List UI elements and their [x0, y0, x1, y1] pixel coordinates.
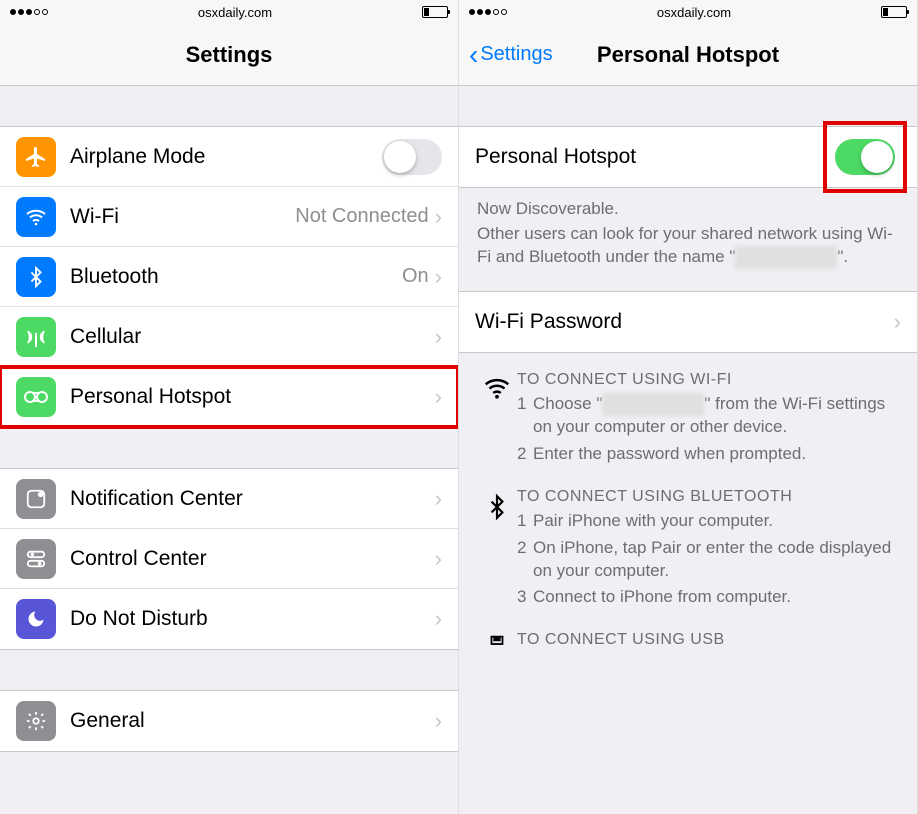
- row-label: Notification Center: [70, 487, 435, 511]
- redacted-network-name: xxxxxxxxxxxx: [602, 393, 704, 416]
- row-label: Wi-Fi: [70, 205, 295, 229]
- chevron-left-icon: ‹: [469, 41, 478, 69]
- back-button[interactable]: ‹ Settings: [469, 41, 553, 69]
- discoverable-title: Now Discoverable.: [477, 198, 899, 221]
- chevron-right-icon: ›: [435, 606, 442, 632]
- instructions-bluetooth: TO CONNECT USING BLUETOOTH 1Pair iPhone …: [459, 470, 917, 614]
- row-do-not-disturb[interactable]: Do Not Disturb ›: [0, 589, 458, 649]
- row-label: Do Not Disturb: [70, 607, 435, 631]
- instruction-step: 2Enter the password when prompted.: [517, 443, 899, 466]
- row-label: General: [70, 709, 435, 733]
- row-general[interactable]: General ›: [0, 691, 458, 751]
- back-label: Settings: [480, 43, 552, 66]
- airplane-icon: [16, 137, 56, 177]
- chevron-right-icon: ›: [435, 546, 442, 572]
- signal-dots-icon: [10, 9, 48, 15]
- status-domain: osxdaily.com: [657, 5, 731, 20]
- row-bluetooth[interactable]: Bluetooth On ›: [0, 247, 458, 307]
- chevron-right-icon: ›: [435, 486, 442, 512]
- instructions-usb: TO CONNECT USING USB: [459, 613, 917, 655]
- row-airplane-mode[interactable]: Airplane Mode: [0, 127, 458, 187]
- instructions-title: TO CONNECT USING BLUETOOTH: [517, 488, 899, 506]
- signal-dots-icon: [469, 9, 507, 15]
- row-value: On: [402, 265, 429, 288]
- status-domain: osxdaily.com: [198, 5, 272, 20]
- instruction-step: 2On iPhone, tap Pair or enter the code d…: [517, 537, 899, 583]
- wifi-icon: [477, 371, 517, 403]
- status-bar: osxdaily.com: [459, 0, 917, 24]
- chevron-right-icon: ›: [435, 384, 442, 410]
- chevron-right-icon: ›: [435, 264, 442, 290]
- usb-icon: [477, 631, 517, 655]
- row-notification-center[interactable]: Notification Center ›: [0, 469, 458, 529]
- hotspot-content[interactable]: Personal Hotspot Now Discoverable. Other…: [459, 86, 917, 814]
- status-bar: osxdaily.com: [0, 0, 458, 24]
- row-label: Control Center: [70, 547, 435, 571]
- row-cellular[interactable]: Cellular ›: [0, 307, 458, 367]
- instructions-title: TO CONNECT USING USB: [517, 631, 899, 649]
- discoverable-body: Other users can look for your shared net…: [477, 223, 899, 269]
- personal-hotspot-screen: osxdaily.com ‹ Settings Personal Hotspot…: [459, 0, 918, 814]
- gear-icon: [16, 701, 56, 741]
- row-label: Airplane Mode: [70, 145, 382, 169]
- page-title: Personal Hotspot: [597, 42, 779, 68]
- settings-list[interactable]: Airplane Mode Wi-Fi Not Connected › Blue…: [0, 86, 458, 814]
- nav-bar: ‹ Settings Personal Hotspot: [459, 24, 917, 86]
- moon-icon: [16, 599, 56, 639]
- instruction-step: 3Connect to iPhone from computer.: [517, 586, 899, 609]
- row-control-center[interactable]: Control Center ›: [0, 529, 458, 589]
- cellular-icon: [16, 317, 56, 357]
- redacted-network-name: xxxxxxxxxxxx: [735, 246, 837, 269]
- page-title: Settings: [186, 42, 273, 68]
- chevron-right-icon: ›: [894, 309, 901, 335]
- notification-center-icon: [16, 479, 56, 519]
- bluetooth-icon: [16, 257, 56, 297]
- row-wifi-password[interactable]: Wi-Fi Password ›: [459, 292, 917, 352]
- battery-icon: [881, 6, 907, 18]
- row-value: Not Connected: [295, 205, 428, 228]
- settings-root-screen: osxdaily.com Settings Airplane Mode Wi-F…: [0, 0, 459, 814]
- row-label: Bluetooth: [70, 265, 402, 289]
- control-center-icon: [16, 539, 56, 579]
- row-label: Personal Hotspot: [475, 145, 829, 169]
- chevron-right-icon: ›: [435, 708, 442, 734]
- bluetooth-icon: [477, 488, 517, 524]
- row-wifi[interactable]: Wi-Fi Not Connected ›: [0, 187, 458, 247]
- row-hotspot-toggle[interactable]: Personal Hotspot: [459, 127, 917, 187]
- hotspot-icon: [16, 377, 56, 417]
- row-label: Personal Hotspot: [70, 385, 435, 409]
- row-label: Cellular: [70, 325, 435, 349]
- chevron-right-icon: ›: [435, 204, 442, 230]
- row-personal-hotspot[interactable]: Personal Hotspot ›: [0, 367, 458, 427]
- instruction-step: 1Pair iPhone with your computer.: [517, 510, 899, 533]
- airplane-toggle[interactable]: [382, 139, 442, 175]
- instruction-step: 1 Choose "xxxxxxxxxxxx" from the Wi-Fi s…: [517, 393, 899, 439]
- hotspot-toggle[interactable]: [835, 139, 895, 175]
- discoverable-note: Now Discoverable. Other users can look f…: [459, 188, 917, 269]
- instructions-wifi: TO CONNECT USING WI-FI 1 Choose "xxxxxxx…: [459, 353, 917, 470]
- row-label: Wi-Fi Password: [475, 310, 894, 334]
- chevron-right-icon: ›: [435, 324, 442, 350]
- nav-bar: Settings: [0, 24, 458, 86]
- battery-icon: [422, 6, 448, 18]
- instructions-title: TO CONNECT USING WI-FI: [517, 371, 899, 389]
- wifi-icon: [16, 197, 56, 237]
